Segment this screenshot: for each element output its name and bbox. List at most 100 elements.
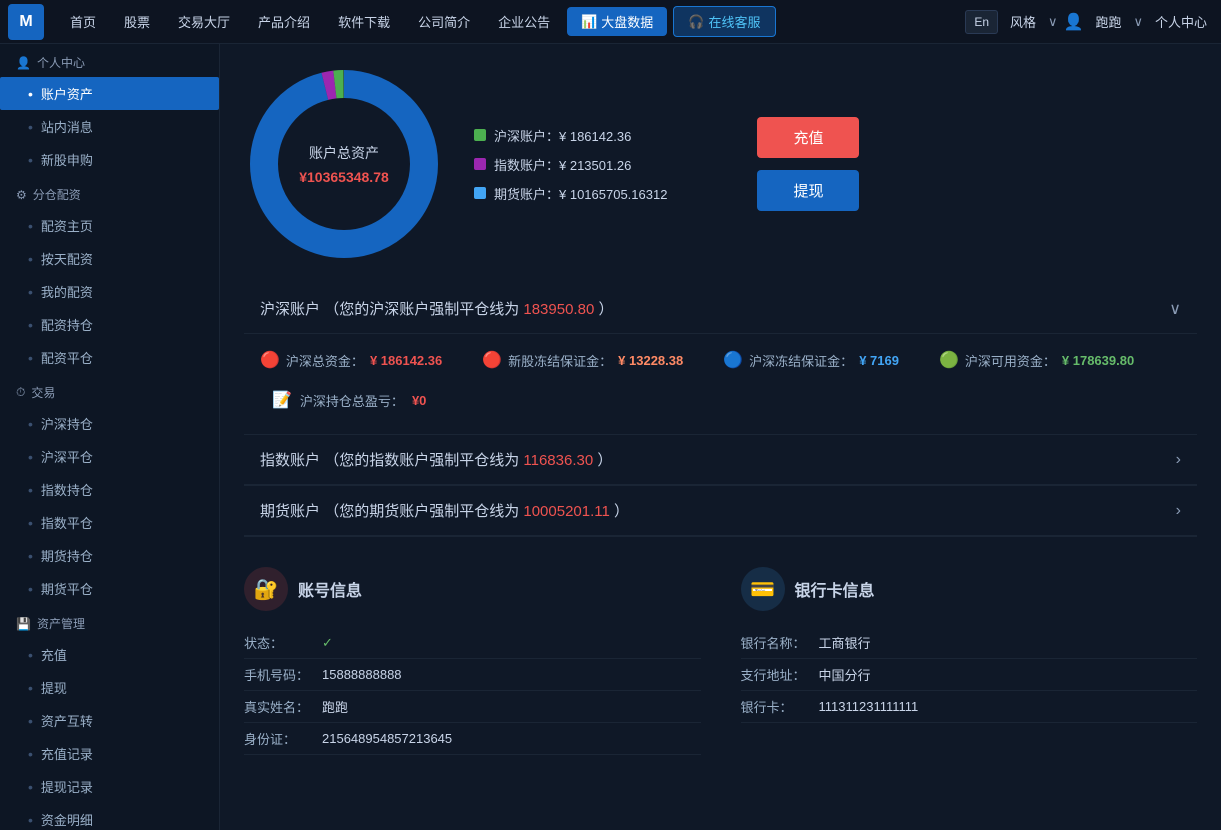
sidebar-item-futures-close[interactable]: 期货平仓 [0, 572, 219, 605]
sidebar-item-futures-positions[interactable]: 期货持仓 [0, 539, 219, 572]
headset-icon: 🎧 [688, 14, 704, 30]
sidebar-item-withdraw-history[interactable]: 提现记录 [0, 770, 219, 803]
chevron-down-icon: ∨ [1048, 14, 1058, 30]
withdraw-button[interactable]: 提现 [757, 170, 859, 211]
logo: M [8, 4, 44, 40]
nav-trading-hall[interactable]: 交易大厅 [164, 0, 244, 44]
sidebar-item-transfer[interactable]: 资产互转 [0, 704, 219, 737]
stat-hushen-total: 🔴 沪深总资金： ¥ 186142.36 [260, 350, 442, 370]
bank-info-row-card: 银行卡： 111311231111111 [741, 691, 1198, 723]
recharge-button[interactable]: 充值 [757, 117, 859, 158]
bottom-info-panels: 🔐 账号信息 状态： ✓ 手机号码： 15888888888 真实姓名： 跑跑 … [244, 547, 1197, 775]
main-content: 账户总资产 ¥10365348.78 沪深账户：¥ 186142.36 指数账户… [220, 44, 1221, 830]
sidebar-item-allocation-close[interactable]: 配资平仓 [0, 341, 219, 374]
donut-center-label: 账户总资产 ¥10365348.78 [299, 143, 389, 185]
red-dot-icon-2: 🔴 [482, 350, 502, 370]
stat-ipo-frozen: 🔴 新股冻结保证金： ¥ 13228.38 [482, 350, 683, 370]
stat-frozen-margin: 🔵 沪深冻结保证金： ¥ 7169 [723, 350, 899, 370]
index-section-header[interactable]: 指数账户 （您的指数账户强制平仓线为 116836.30 ） › [244, 435, 1197, 485]
sidebar-section-personal: 👤 个人中心 [0, 44, 219, 77]
hushen-section-header[interactable]: 沪深账户 （您的沪深账户强制平仓线为 183950.80 ） ∨ [244, 284, 1197, 334]
online-service-button[interactable]: 🎧 在线客服 [673, 6, 775, 37]
sidebar-item-hushen-positions[interactable]: 沪深持仓 [0, 407, 219, 440]
sidebar-item-index-positions[interactable]: 指数持仓 [0, 473, 219, 506]
sidebar-item-fund-details[interactable]: 资金明细 [0, 803, 219, 830]
personal-center-link[interactable]: 个人中心 [1149, 12, 1213, 31]
nav-links: 首页 股票 交易大厅 产品介绍 软件下载 公司简介 企业公告 📊 大盘数据 🎧 … [56, 0, 965, 44]
sidebar-item-my-allocation[interactable]: 我的配资 [0, 275, 219, 308]
asset-summary-section: 账户总资产 ¥10365348.78 沪深账户：¥ 186142.36 指数账户… [244, 64, 1197, 264]
account-info-row-status: 状态： ✓ [244, 627, 701, 659]
red-dot-icon-1: 🔴 [260, 350, 280, 370]
asset-legend: 沪深账户：¥ 186142.36 指数账户：¥ 213501.26 期货账户：¥… [474, 126, 667, 203]
asset-action-buttons: 充值 提现 [757, 117, 859, 211]
sidebar-item-withdraw[interactable]: 提现 [0, 671, 219, 704]
sidebar-item-daily-allocation[interactable]: 按天配资 [0, 242, 219, 275]
nav-about[interactable]: 公司简介 [404, 0, 484, 44]
sidebar-item-recharge[interactable]: 充值 [0, 638, 219, 671]
index-title: 指数账户 （您的指数账户强制平仓线为 116836.30 ） [260, 449, 612, 470]
asset-mgmt-icon: 💾 [16, 617, 31, 631]
sidebar: 👤 个人中心 账户资产 站内消息 新股申购 ⚙ 分仓配资 配资主页 按天配资 我… [0, 44, 220, 830]
bank-info-box: 💳 银行卡信息 银行名称： 工商银行 支行地址： 中国分行 银行卡： 11131… [741, 567, 1198, 755]
sidebar-item-hushen-close[interactable]: 沪深平仓 [0, 440, 219, 473]
sidebar-item-allocation-home[interactable]: 配资主页 [0, 209, 219, 242]
account-info-box: 🔐 账号信息 状态： ✓ 手机号码： 15888888888 真实姓名： 跑跑 … [244, 567, 701, 755]
stat-available-funds: 🟢 沪深可用资金： ¥ 178639.80 [939, 350, 1134, 370]
bank-info-icon: 💳 [741, 567, 785, 611]
nav-stocks[interactable]: 股票 [110, 0, 164, 44]
sidebar-item-allocation-positions[interactable]: 配资持仓 [0, 308, 219, 341]
sidebar-section-assets: 💾 资产管理 [0, 605, 219, 638]
top-right-controls: En 风格 ∨ 👤 跑跑 ∨ 个人中心 [965, 10, 1213, 34]
user-icon: 👤 [1064, 12, 1084, 32]
market-data-button[interactable]: 📊 大盘数据 [567, 7, 667, 36]
nav-home[interactable]: 首页 [56, 0, 110, 44]
account-info-row-name: 真实姓名： 跑跑 [244, 691, 701, 723]
language-button[interactable]: En [965, 10, 998, 34]
account-info-row-phone: 手机号码： 15888888888 [244, 659, 701, 691]
legend-dot-hushen [474, 129, 486, 141]
legend-hushen: 沪深账户：¥ 186142.36 [474, 126, 667, 145]
hushen-account-section: 沪深账户 （您的沪深账户强制平仓线为 183950.80 ） ∨ 🔴 沪深总资金… [244, 284, 1197, 435]
nav-announcements[interactable]: 企业公告 [484, 0, 564, 44]
hushen-stats-row: 🔴 沪深总资金： ¥ 186142.36 🔴 新股冻结保证金： ¥ 13228.… [260, 350, 1181, 370]
allocation-icon: ⚙ [16, 188, 27, 202]
sidebar-item-messages[interactable]: 站内消息 [0, 110, 219, 143]
index-account-section: 指数账户 （您的指数账户强制平仓线为 116836.30 ） › [244, 435, 1197, 486]
account-info-row-id: 身份证： 215648954857213645 [244, 723, 701, 755]
hushen-account-details: 🔴 沪深总资金： ¥ 186142.36 🔴 新股冻结保证金： ¥ 13228.… [244, 334, 1197, 435]
green-dot-icon: 🟢 [939, 350, 959, 370]
blue-dot-icon: 🔵 [723, 350, 743, 370]
account-info-icon: 🔐 [244, 567, 288, 611]
sidebar-item-new-stocks[interactable]: 新股申购 [0, 143, 219, 176]
sidebar-item-recharge-history[interactable]: 充值记录 [0, 737, 219, 770]
chevron-down-hushen: ∨ [1169, 299, 1181, 319]
sidebar-section-trading: ⏱ 交易 [0, 374, 219, 407]
top-navigation: M 首页 股票 交易大厅 产品介绍 软件下载 公司简介 企业公告 📊 大盘数据 … [0, 0, 1221, 44]
legend-dot-index [474, 158, 486, 170]
account-info-header: 🔐 账号信息 [244, 567, 701, 611]
user-icon-sidebar: 👤 [16, 56, 31, 70]
legend-dot-futures [474, 187, 486, 199]
bank-info-header: 💳 银行卡信息 [741, 567, 1198, 611]
profit-icon: 📝 [272, 390, 292, 410]
hushen-title: 沪深账户 （您的沪深账户强制平仓线为 183950.80 ） [260, 298, 613, 319]
donut-chart-container: 账户总资产 ¥10365348.78 [244, 64, 444, 264]
chart-icon: 📊 [581, 14, 597, 30]
bank-info-row-address: 支行地址： 中国分行 [741, 659, 1198, 691]
sidebar-item-index-close[interactable]: 指数平仓 [0, 506, 219, 539]
username-label[interactable]: 跑跑 [1089, 12, 1127, 31]
nav-products[interactable]: 产品介绍 [244, 0, 324, 44]
chevron-down-icon-2: ∨ [1133, 14, 1143, 30]
sidebar-section-allocation: ⚙ 分仓配资 [0, 176, 219, 209]
futures-section-header[interactable]: 期货账户 （您的期货账户强制平仓线为 10005201.11 ） › [244, 486, 1197, 536]
futures-account-section: 期货账户 （您的期货账户强制平仓线为 10005201.11 ） › [244, 486, 1197, 537]
trading-icon: ⏱ [16, 385, 25, 400]
nav-software[interactable]: 软件下载 [324, 0, 404, 44]
sidebar-item-account-assets[interactable]: 账户资产 [0, 77, 219, 110]
chevron-right-index: › [1176, 451, 1181, 469]
legend-index: 指数账户：¥ 213501.26 [474, 155, 667, 174]
style-button[interactable]: 风格 [1004, 12, 1042, 31]
legend-futures: 期货账户：¥ 10165705.16312 [474, 184, 667, 203]
main-layout: 👤 个人中心 账户资产 站内消息 新股申购 ⚙ 分仓配资 配资主页 按天配资 我… [0, 44, 1221, 830]
